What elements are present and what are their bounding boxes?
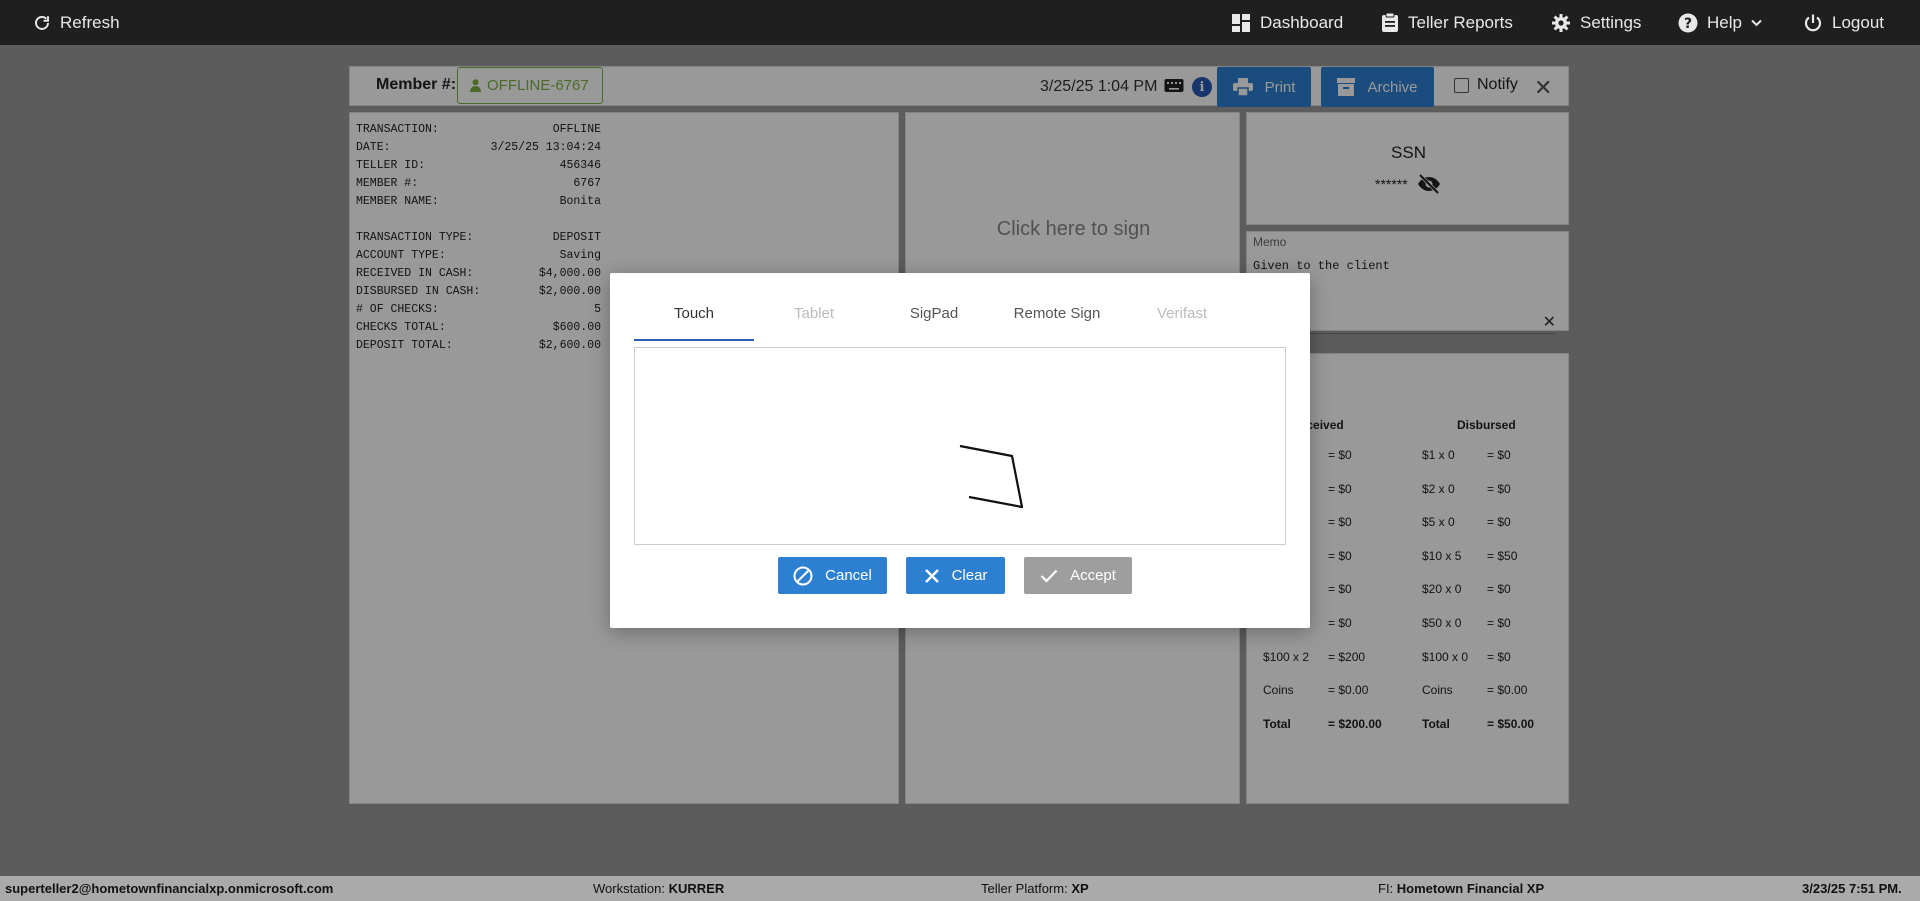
footer-user-value: superteller2@hometownfinancialxp.onmicro…: [5, 881, 334, 896]
cancel-button[interactable]: Cancel: [778, 557, 887, 594]
chevron-down-icon: [1751, 19, 1762, 26]
svg-text:?: ?: [1684, 16, 1692, 32]
dashboard-link[interactable]: Dashboard: [1231, 0, 1343, 45]
power-icon: [1804, 14, 1822, 31]
cancel-label: Cancel: [825, 567, 872, 584]
footer-workstation-value: KURRER: [668, 881, 725, 896]
footer-datetime: 3/23/25 7:51 PM.: [1802, 881, 1902, 896]
signature-canvas[interactable]: [634, 347, 1286, 545]
footer-platform-label: Teller Platform:: [981, 881, 1068, 896]
refresh-label: Refresh: [60, 12, 120, 32]
footer-fi: FI: Hometown Financial XP: [1378, 881, 1544, 896]
footer-user: superteller2@hometownfinancialxp.onmicro…: [5, 881, 333, 896]
teller-reports-label: Teller Reports: [1408, 12, 1513, 32]
teller-reports-link[interactable]: Teller Reports: [1381, 0, 1513, 45]
tab-sigpad[interactable]: SigPad: [874, 303, 994, 341]
accept-button[interactable]: Accept: [1024, 557, 1132, 594]
footer-workstation-label: Workstation:: [593, 881, 666, 896]
tab-remote-sign[interactable]: Remote Sign: [997, 303, 1117, 341]
check-icon: [1040, 569, 1058, 583]
help-label: Help: [1707, 12, 1742, 32]
settings-link[interactable]: Settings: [1551, 0, 1641, 45]
x-icon: [924, 568, 939, 583]
clear-label: Clear: [951, 567, 988, 584]
status-footer: superteller2@hometownfinancialxp.onmicro…: [0, 876, 1920, 901]
tab-tablet: Tablet: [793, 305, 835, 322]
dashboard-label: Dashboard: [1260, 12, 1344, 32]
refresh-icon: [35, 15, 49, 30]
tab-verifast: Verifast: [1156, 305, 1208, 322]
logout-label: Logout: [1832, 12, 1884, 32]
gear-icon: [1552, 13, 1570, 32]
footer-platform-value: XP: [1071, 881, 1089, 896]
ban-icon: [793, 566, 813, 585]
signature-tabs: Touch Tablet SigPad Remote Sign Verifast: [634, 303, 1284, 341]
footer-datetime-value: 3/23/25 7:51 PM.: [1802, 881, 1902, 896]
footer-platform: Teller Platform: XP: [981, 881, 1089, 896]
settings-label: Settings: [1580, 12, 1642, 32]
footer-fi-value: Hometown Financial XP: [1396, 881, 1545, 896]
dashboard-icon: [1232, 13, 1250, 32]
clear-button[interactable]: Clear: [906, 557, 1005, 594]
signature-stroke: [959, 444, 1024, 509]
top-nav: Refresh Dashboard Teller Reports Setting…: [0, 0, 1920, 45]
footer-fi-label: FI:: [1378, 881, 1394, 896]
logout-button[interactable]: Logout: [1803, 0, 1884, 45]
help-icon: ?: [1678, 13, 1698, 32]
accept-label: Accept: [1070, 567, 1116, 584]
signature-modal: Touch Tablet SigPad Remote Sign Verifast…: [610, 273, 1310, 628]
refresh-button[interactable]: Refresh: [33, 0, 120, 45]
tab-touch[interactable]: Touch: [634, 303, 754, 341]
help-menu[interactable]: ? Help: [1678, 0, 1762, 45]
clipboard-icon: [1382, 12, 1398, 32]
footer-workstation: Workstation: KURRER: [593, 881, 724, 896]
